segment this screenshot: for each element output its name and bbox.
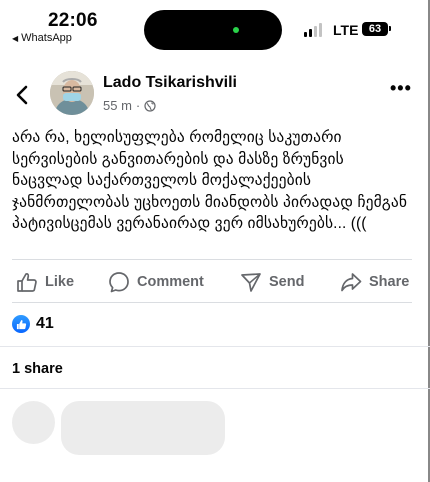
- thumbs-up-icon: [17, 273, 37, 292]
- comment-avatar-placeholder: [12, 401, 55, 444]
- comment-label: Comment: [137, 274, 204, 290]
- send-button[interactable]: Send: [240, 266, 304, 298]
- comment-bubble-icon: [109, 272, 129, 293]
- like-reaction-icon: [12, 315, 30, 333]
- send-label: Send: [269, 274, 305, 290]
- divider-top: [12, 259, 412, 260]
- share-arrow-icon: [341, 273, 362, 292]
- dynamic-island: [144, 10, 282, 50]
- globe-icon: [144, 99, 156, 112]
- back-app-label: WhatsApp: [21, 32, 72, 44]
- divider-reactions: [0, 346, 430, 347]
- back-to-app-link[interactable]: ◀ WhatsApp: [12, 32, 72, 44]
- post-meta: 55 m ·: [103, 98, 156, 113]
- network-type: LTE: [333, 22, 359, 38]
- post-time[interactable]: 55 m: [103, 98, 132, 113]
- divider-shares: [0, 388, 430, 389]
- comment-bubble-placeholder: [61, 401, 225, 455]
- like-label: Like: [45, 274, 75, 290]
- comment-button[interactable]: Comment: [108, 266, 204, 298]
- author-name[interactable]: Lado Tsikarishvili: [103, 74, 237, 92]
- share-button[interactable]: Share: [340, 266, 409, 298]
- divider-bottom: [12, 302, 412, 303]
- action-bar: Like Comment Send Share: [0, 266, 430, 298]
- clock: 22:06: [48, 10, 98, 31]
- reactions-summary[interactable]: 41: [12, 315, 54, 333]
- battery-cap: [389, 26, 391, 31]
- share-label: Share: [369, 274, 410, 290]
- send-icon: [241, 273, 261, 292]
- more-options-button[interactable]: •••: [390, 78, 412, 99]
- meta-separator: ·: [135, 98, 141, 113]
- author-avatar[interactable]: [50, 71, 94, 115]
- like-button[interactable]: Like: [16, 266, 74, 298]
- shares-count[interactable]: 1 share: [12, 361, 63, 377]
- back-chevron-icon[interactable]: [12, 84, 34, 106]
- signal-icon: [304, 23, 322, 37]
- post-header: Lado Tsikarishvili 55 m · •••: [0, 66, 430, 122]
- camera-indicator-icon: [233, 27, 239, 33]
- status-bar: 22:06 ◀ WhatsApp LTE 63: [0, 0, 430, 50]
- post-text: არა რა, ხელისუფლება რომელიც საკუთარი სერ…: [12, 129, 408, 232]
- reaction-count: 41: [36, 315, 54, 332]
- back-triangle-icon: ◀: [12, 33, 19, 43]
- battery-icon: 63: [362, 22, 388, 36]
